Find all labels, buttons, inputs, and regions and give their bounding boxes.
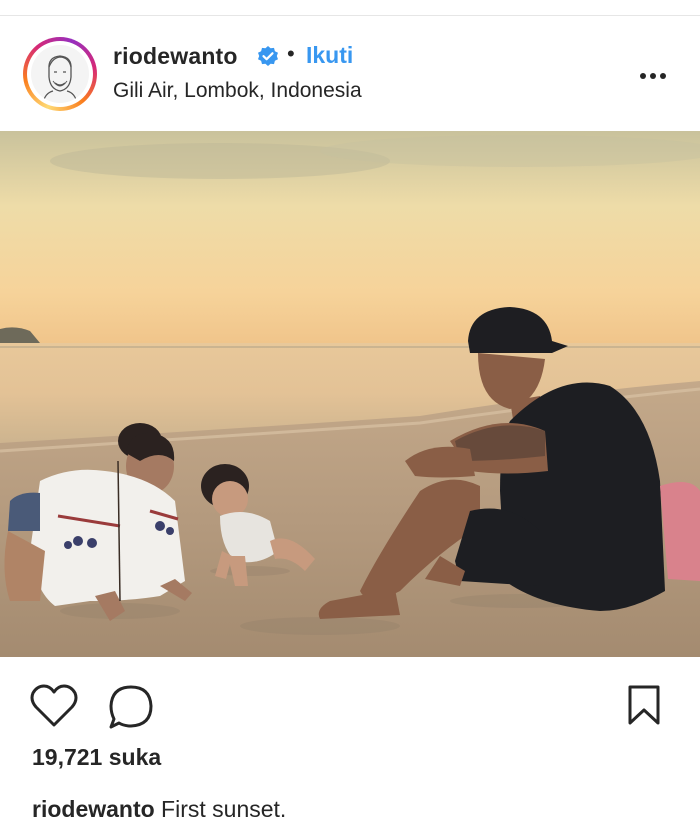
like-count[interactable]: 19,721 suka	[32, 744, 161, 771]
action-bar	[0, 657, 700, 747]
verified-badge-icon	[258, 46, 278, 66]
bookmark-icon[interactable]	[627, 684, 661, 726]
story-ring[interactable]	[23, 37, 97, 111]
follow-button[interactable]: Ikuti	[306, 42, 353, 69]
more-horizontal-icon[interactable]	[640, 73, 668, 83]
post-location[interactable]: Gili Air, Lombok, Indonesia	[113, 79, 362, 103]
comment-icon[interactable]	[108, 684, 154, 730]
post-username[interactable]: riodewanto	[113, 43, 238, 70]
post-photo[interactable]	[0, 131, 700, 657]
heart-icon[interactable]	[30, 684, 78, 728]
caption-text: First sunset.	[154, 796, 287, 822]
avatar[interactable]	[31, 45, 89, 103]
post-caption: riodewanto First sunset.	[32, 796, 286, 823]
separator-dot: •	[287, 41, 295, 66]
caption-username[interactable]: riodewanto	[32, 796, 155, 822]
status-divider	[0, 0, 700, 16]
post-header: riodewanto • Ikuti Gili Air, Lombok, Ind…	[0, 17, 700, 131]
